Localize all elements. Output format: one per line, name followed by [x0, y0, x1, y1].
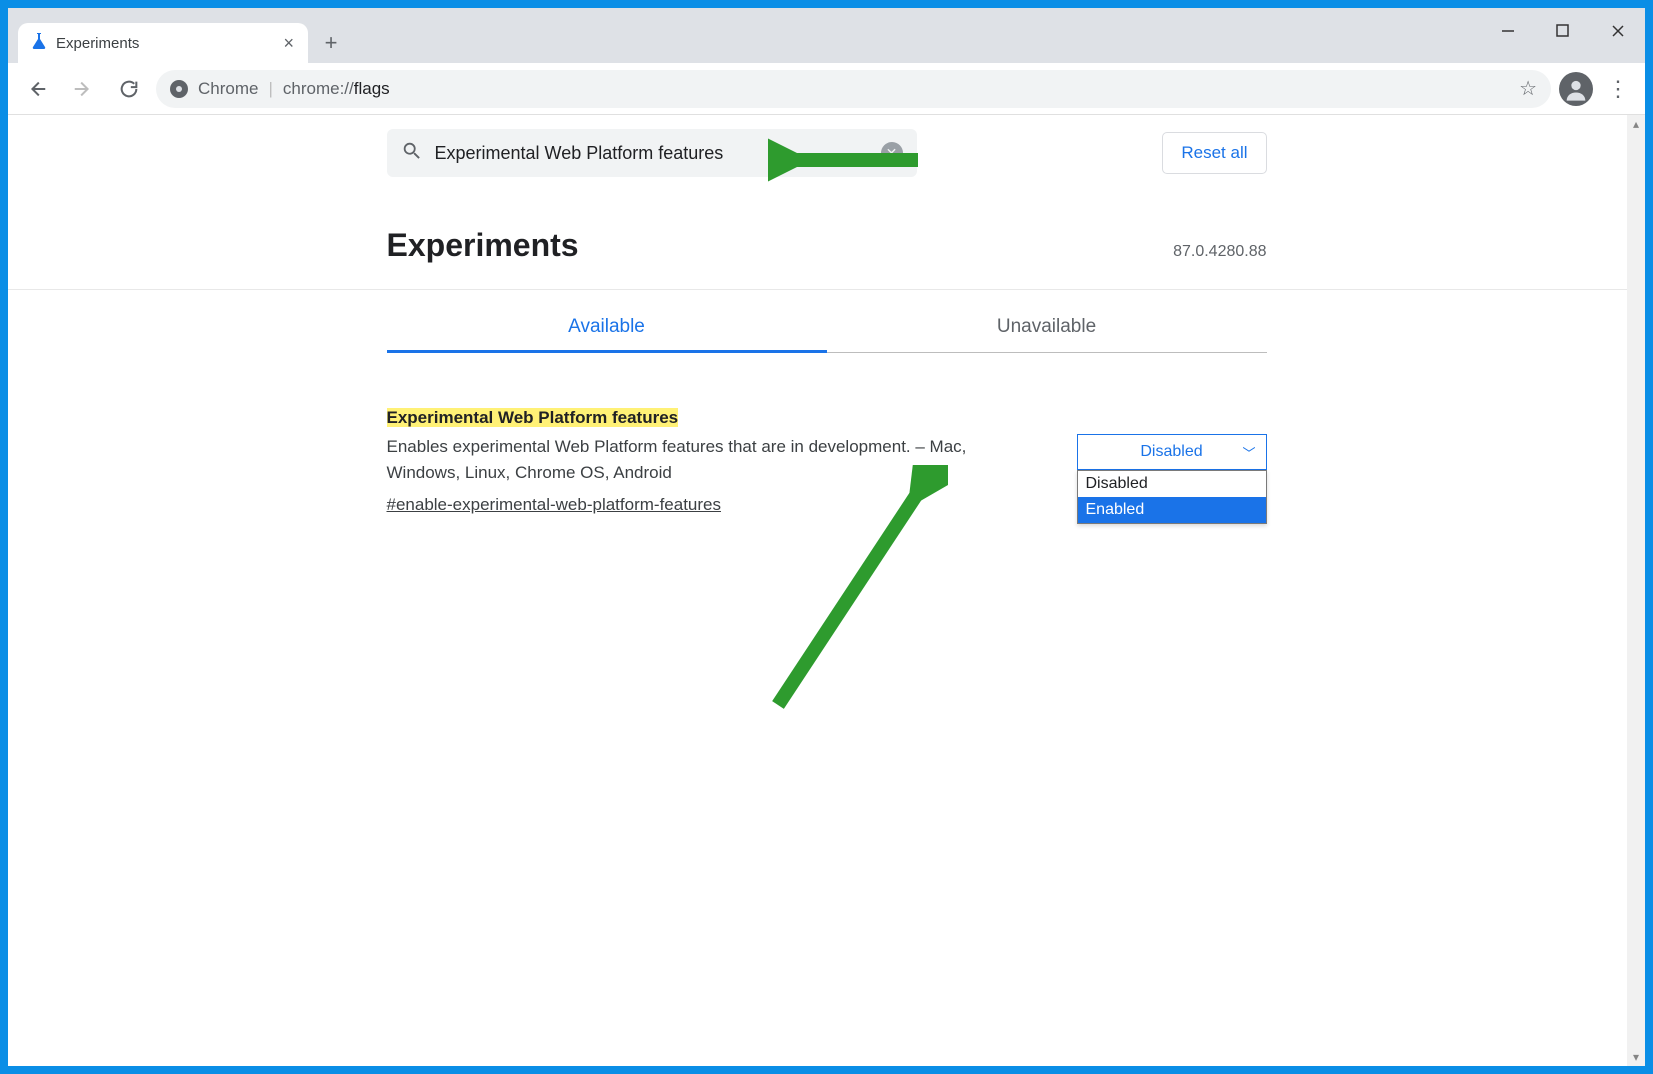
- page-title: Experiments: [387, 227, 579, 264]
- minimize-button[interactable]: [1480, 8, 1535, 53]
- new-tab-button[interactable]: +: [314, 26, 348, 60]
- tab-unavailable[interactable]: Unavailable: [827, 304, 1267, 352]
- bookmark-star-icon[interactable]: ☆: [1519, 76, 1537, 101]
- back-button[interactable]: [18, 70, 56, 108]
- tab-available[interactable]: Available: [387, 304, 827, 353]
- window-controls: [1480, 8, 1645, 53]
- maximize-button[interactable]: [1535, 8, 1590, 53]
- profile-avatar[interactable]: [1559, 72, 1593, 106]
- reload-button[interactable]: [110, 70, 148, 108]
- address-bar[interactable]: Chrome | chrome://flags ☆: [156, 70, 1551, 108]
- clear-search-icon[interactable]: ✕: [881, 142, 903, 164]
- flag-entry: Experimental Web Platform features Enabl…: [387, 408, 1267, 515]
- reset-all-button[interactable]: Reset all: [1162, 132, 1266, 174]
- chrome-icon: [170, 80, 188, 98]
- scroll-down-icon[interactable]: ▾: [1627, 1050, 1645, 1064]
- scroll-up-icon[interactable]: ▴: [1627, 117, 1645, 131]
- titlebar: Experiments × +: [8, 8, 1645, 63]
- browser-tab[interactable]: Experiments ×: [18, 23, 308, 63]
- vertical-scrollbar[interactable]: ▴ ▾: [1627, 115, 1645, 1066]
- url-origin-label: Chrome: [198, 79, 258, 99]
- flag-state-select[interactable]: Disabled ﹀: [1077, 434, 1267, 470]
- flag-title: Experimental Web Platform features: [387, 408, 679, 427]
- flags-search-input[interactable]: [435, 143, 869, 164]
- close-tab-icon[interactable]: ×: [283, 33, 294, 54]
- chrome-version: 87.0.4280.88: [1173, 243, 1266, 261]
- flags-tabs: Available Unavailable: [387, 304, 1267, 353]
- flag-description: Enables experimental Web Platform featur…: [387, 434, 1037, 485]
- browser-toolbar: Chrome | chrome://flags ☆ ⋮: [8, 63, 1645, 115]
- flags-search-box[interactable]: ✕: [387, 129, 917, 177]
- header-divider: [8, 289, 1627, 290]
- flag-state-dropdown: Disabled Enabled: [1077, 470, 1267, 524]
- flag-option-enabled[interactable]: Enabled: [1078, 497, 1266, 523]
- url-path: flags: [354, 79, 390, 98]
- kebab-menu-icon[interactable]: ⋮: [1601, 76, 1635, 102]
- forward-button[interactable]: [64, 70, 102, 108]
- tab-title: Experiments: [56, 35, 139, 52]
- flag-anchor-link[interactable]: #enable-experimental-web-platform-featur…: [387, 495, 722, 515]
- chevron-down-icon: ﹀: [1242, 443, 1255, 462]
- flag-state-selected: Disabled: [1140, 443, 1202, 461]
- url-scheme: chrome://: [283, 79, 354, 98]
- url-separator: |: [268, 79, 272, 99]
- flask-icon: [32, 33, 46, 53]
- flag-option-disabled[interactable]: Disabled: [1078, 471, 1266, 497]
- search-icon: [401, 140, 423, 167]
- close-window-button[interactable]: [1590, 8, 1645, 53]
